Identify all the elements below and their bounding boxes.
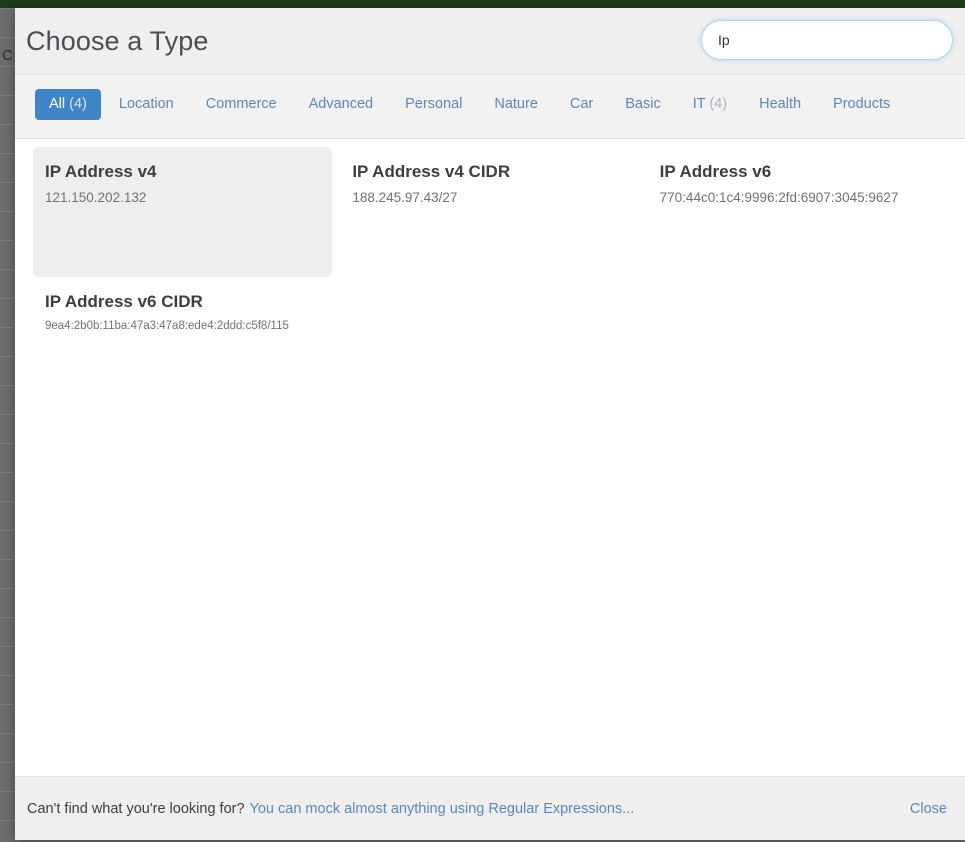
- tab-health[interactable]: Health: [745, 89, 815, 120]
- result-card[interactable]: IP Address v6 CIDR 9ea4:2b0b:11ba:47a3:47…: [33, 277, 332, 407]
- page-root: C Choose a Type All (4)LocationCommerceA…: [0, 0, 965, 842]
- background-edge-glyph: C: [2, 47, 13, 64]
- regular-expressions-link[interactable]: You can mock almost anything using Regul…: [250, 801, 635, 817]
- tab-label: Car: [569, 96, 594, 112]
- result-sample-value: 770:44c0:1c4:9996:2fd:6907:3045:9627: [659, 190, 899, 206]
- page-title: Choose a Type: [26, 25, 209, 56]
- result-title: IP Address v4 CIDR: [352, 161, 511, 181]
- tab-location[interactable]: Location: [105, 89, 188, 120]
- background-ruled-lines: [0, 8, 16, 842]
- close-button[interactable]: Close: [904, 797, 953, 821]
- tab-label: Commerce: [205, 96, 277, 112]
- result-title: IP Address v6: [659, 161, 772, 181]
- result-sample-value: 9ea4:2b0b:11ba:47a3:47a8:ede4:2ddd:c5f8/…: [45, 320, 289, 333]
- tab-nature[interactable]: Nature: [480, 89, 552, 120]
- tab-label: Advanced: [308, 96, 374, 112]
- tab-all[interactable]: All (4): [35, 89, 101, 120]
- result-card[interactable]: IP Address v6 770:44c0:1c4:9996:2fd:6907:…: [648, 147, 947, 277]
- tab-count: (4): [69, 96, 87, 112]
- tab-label: All: [49, 96, 66, 112]
- tab-products[interactable]: Products: [819, 89, 904, 120]
- tab-label: IT: [692, 96, 706, 112]
- tab-label: Basic: [625, 96, 661, 112]
- category-tab-bar: All (4) Location Commerce Advanced Personal N…: [15, 75, 965, 139]
- result-card[interactable]: IP Address v4 CIDR 188.245.97.43/27: [340, 147, 639, 277]
- result-title: IP Address v4: [45, 161, 157, 181]
- modal-footer: Can't find what you're looking for? You …: [15, 776, 965, 840]
- search-field-wrapper: [701, 20, 953, 60]
- result-card[interactable]: IP Address v4 121.150.202.132: [33, 146, 333, 277]
- tab-commerce[interactable]: Commerce: [192, 89, 291, 120]
- result-title: IP Address v6 CIDR: [45, 291, 203, 311]
- tab-label: Products: [833, 96, 891, 112]
- results-grid: IP Address v4 121.150.202.132 IP Address v…: [33, 146, 947, 407]
- background-topbar: [0, 0, 965, 8]
- tab-label: Nature: [494, 96, 538, 112]
- tab-label: Personal: [405, 96, 463, 112]
- tab-personal[interactable]: Personal: [391, 89, 476, 120]
- search-input[interactable]: [701, 20, 953, 60]
- tab-car[interactable]: Car: [556, 89, 607, 120]
- choose-a-type-modal: Choose a Type All (4) Location Commerce Adv…: [15, 8, 965, 840]
- tab-count: (4): [709, 96, 728, 112]
- result-sample-value: 188.245.97.43/27: [352, 190, 458, 206]
- result-sample-value: 121.150.202.132: [45, 190, 147, 206]
- footer-prompt: Can't find what you're looking for?: [27, 800, 245, 817]
- tab-label: Location: [118, 96, 174, 112]
- modal-header: Choose a Type: [15, 8, 965, 75]
- tab-it[interactable]: IT (4): [679, 89, 741, 120]
- tab-advanced[interactable]: Advanced: [295, 89, 388, 120]
- results-panel: IP Address v4 121.150.202.132 IP Address v…: [15, 138, 965, 776]
- tab-label: Health: [759, 96, 802, 112]
- tab-basic[interactable]: Basic: [611, 89, 674, 120]
